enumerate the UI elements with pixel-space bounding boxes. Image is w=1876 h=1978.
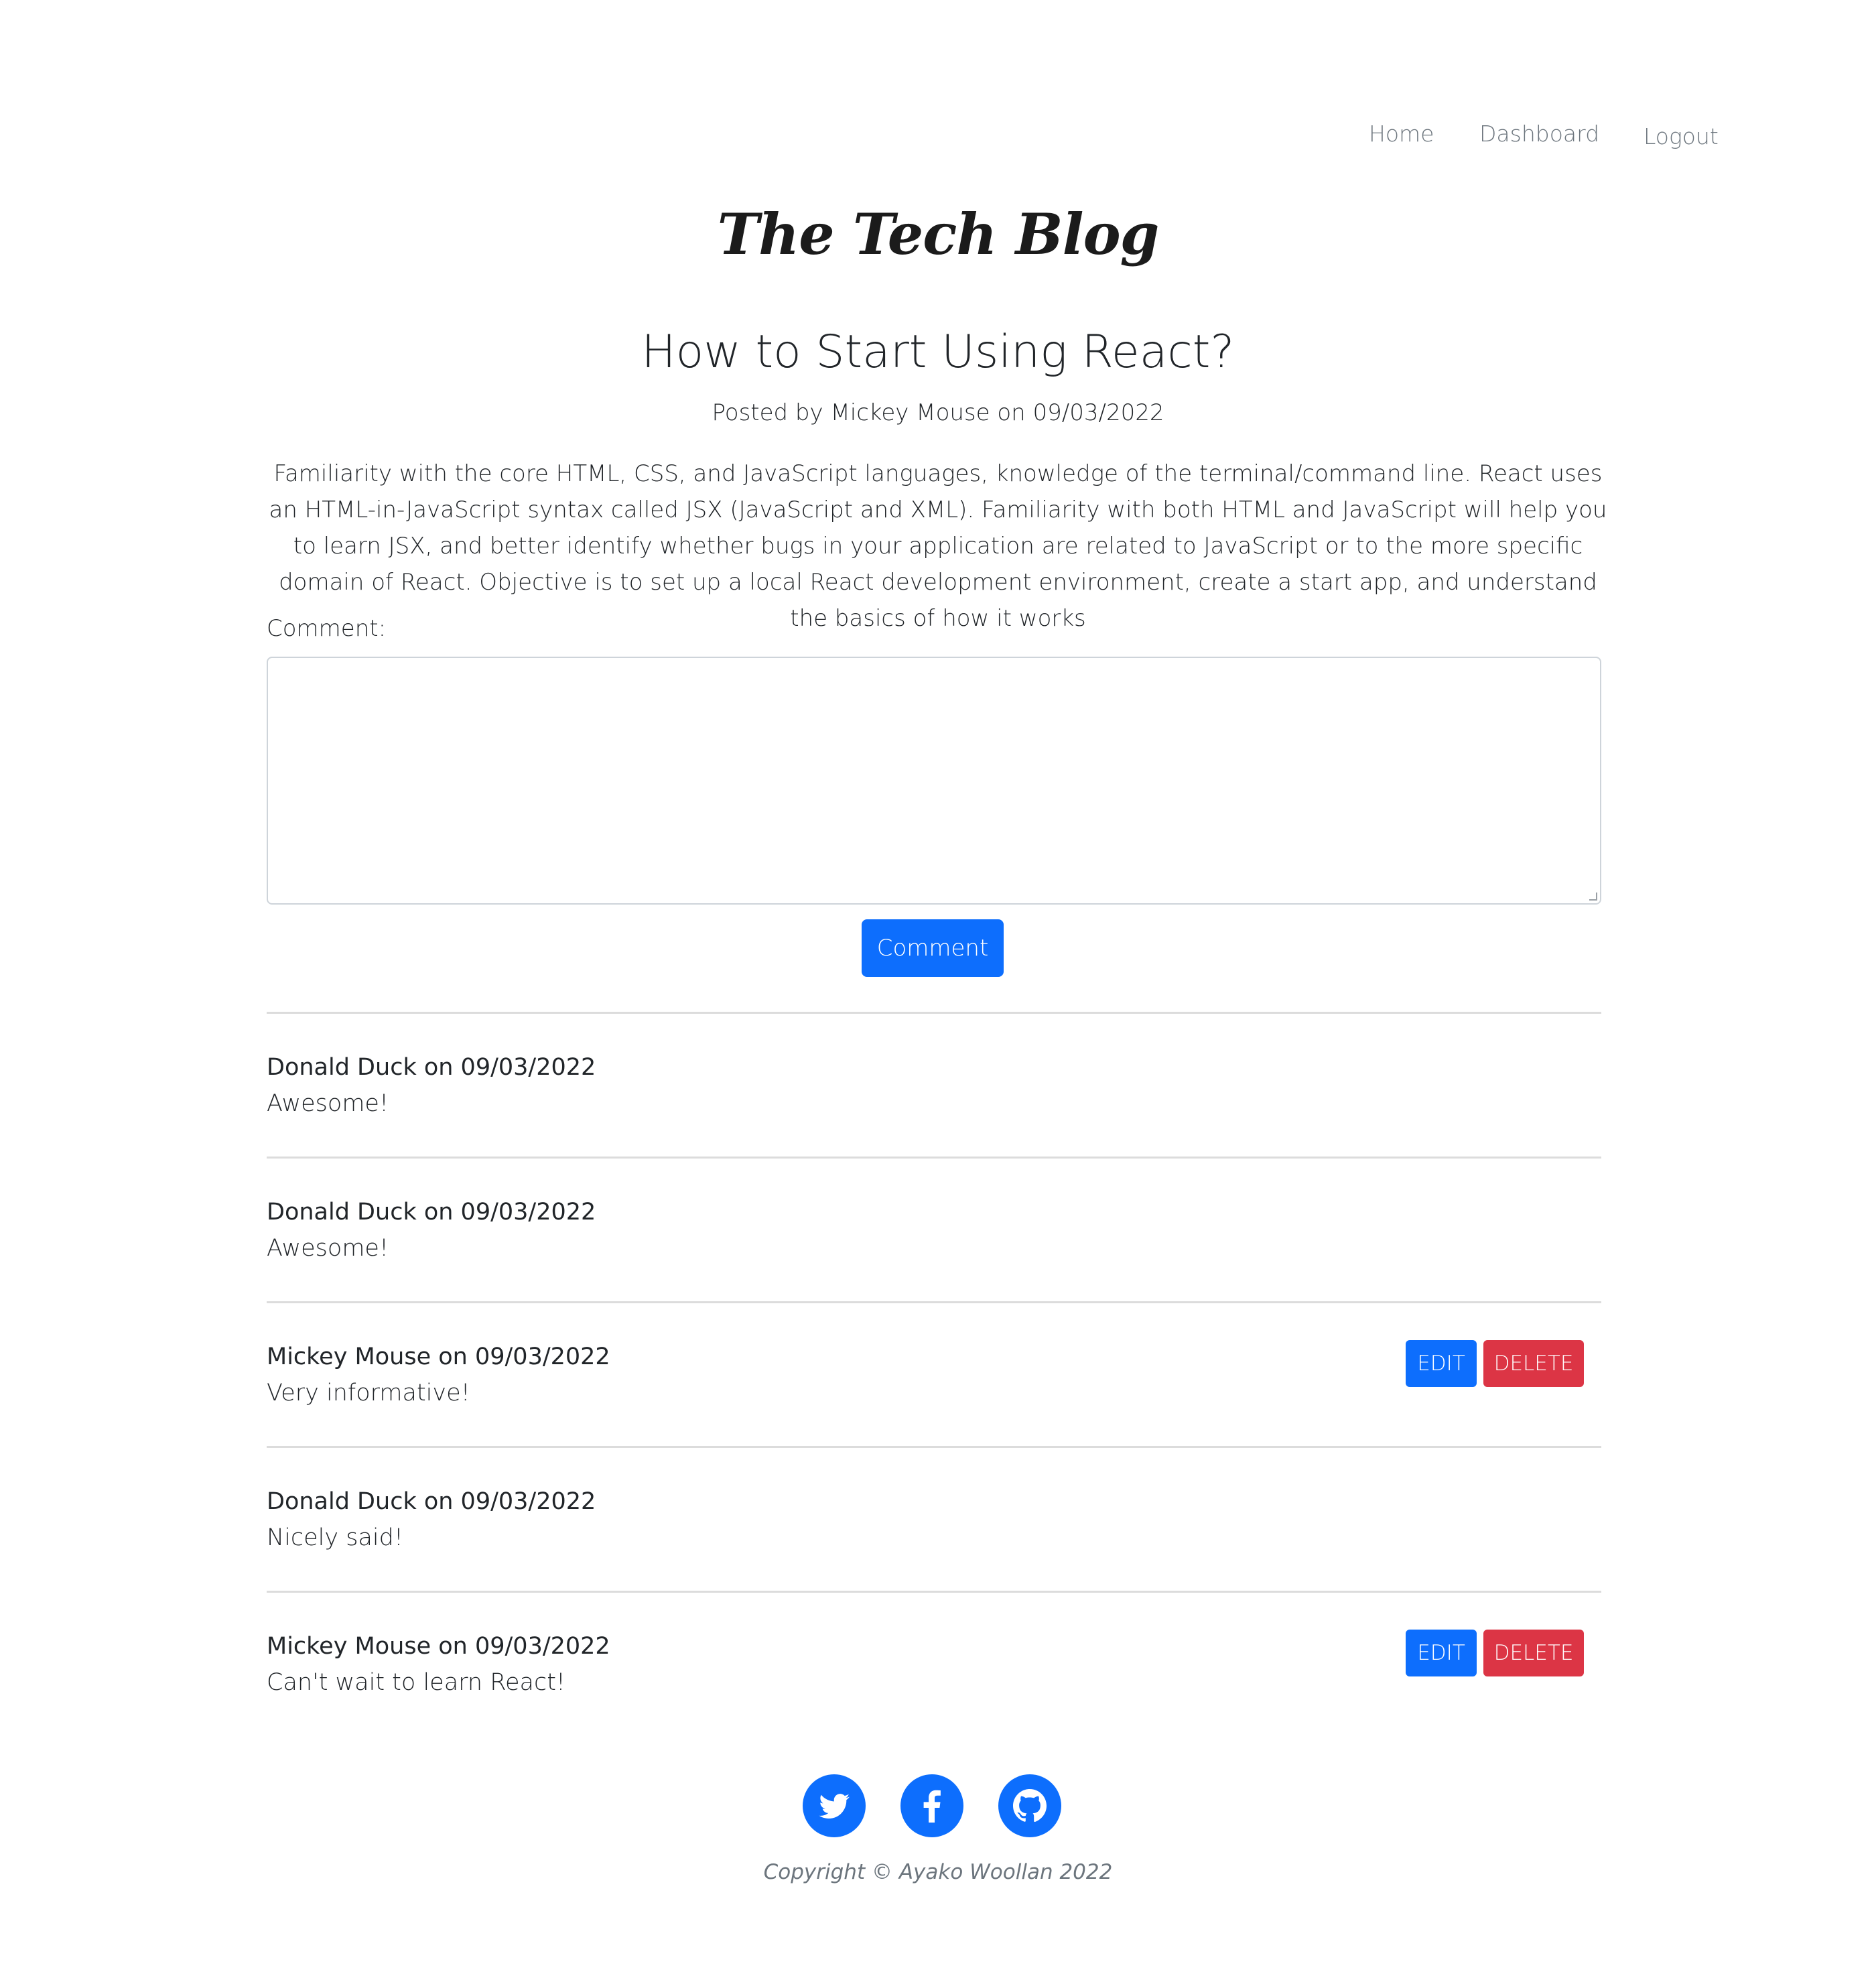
comment-meta: Mickey Mouse on 09/03/2022 xyxy=(267,1343,610,1370)
post-body: Familiarity with the core HTML, CSS, and… xyxy=(269,460,1607,632)
comments-list: Donald Duck on 09/03/2022 Awesome! Donal… xyxy=(267,1012,1601,1735)
delete-comment-button[interactable]: DELETE xyxy=(1483,1340,1584,1387)
nav-home-link[interactable]: Home xyxy=(1369,121,1434,147)
comment-submit-button[interactable]: Comment xyxy=(862,919,1004,977)
comment-item: Mickey Mouse on 09/03/2022 Can't wait to… xyxy=(267,1591,1601,1735)
comment-textarea[interactable] xyxy=(267,657,1601,905)
edit-comment-button[interactable]: EDIT xyxy=(1406,1630,1477,1676)
comment-meta: Donald Duck on 09/03/2022 xyxy=(267,1199,596,1226)
comment-item: Donald Duck on 09/03/2022 Nicely said! xyxy=(267,1446,1601,1591)
twitter-icon[interactable] xyxy=(803,1774,866,1837)
comment-text: Awesome! xyxy=(267,1235,389,1262)
comment-text: Nicely said! xyxy=(267,1524,403,1551)
delete-comment-button[interactable]: DELETE xyxy=(1483,1630,1584,1676)
comment-text: Awesome! xyxy=(267,1090,389,1117)
github-icon[interactable] xyxy=(998,1774,1061,1837)
edit-comment-button[interactable]: EDIT xyxy=(1406,1340,1477,1387)
comment-item: Donald Duck on 09/03/2022 Awesome! xyxy=(267,1157,1601,1301)
social-links xyxy=(0,1774,1876,1839)
comment-meta: Donald Duck on 09/03/2022 xyxy=(267,1488,596,1515)
comment-label: Comment: xyxy=(267,615,387,642)
facebook-icon[interactable] xyxy=(900,1774,963,1837)
comment-item: Donald Duck on 09/03/2022 Awesome! xyxy=(267,1012,1601,1157)
resize-grip-icon[interactable] xyxy=(1589,893,1597,901)
post-byline: Posted by Mickey Mouse on 09/03/2022 xyxy=(712,399,1164,426)
nav-logout-link[interactable]: Logout xyxy=(1644,123,1719,149)
post-title: How to Start Using React? xyxy=(641,326,1235,379)
copyright-text: Copyright © Ayako Woollan 2022 xyxy=(763,1860,1113,1884)
site-logo[interactable]: The Tech Blog xyxy=(0,201,1876,267)
comment-text: Can't wait to learn React! xyxy=(267,1669,565,1696)
comment-text: Very informative! xyxy=(267,1380,470,1406)
top-nav: Home Dashboard Logout xyxy=(0,121,1876,161)
comment-meta: Donald Duck on 09/03/2022 xyxy=(267,1054,596,1081)
nav-dashboard-link[interactable]: Dashboard xyxy=(1479,121,1599,147)
comment-item: Mickey Mouse on 09/03/2022 Very informat… xyxy=(267,1301,1601,1446)
comment-meta: Mickey Mouse on 09/03/2022 xyxy=(267,1633,610,1660)
